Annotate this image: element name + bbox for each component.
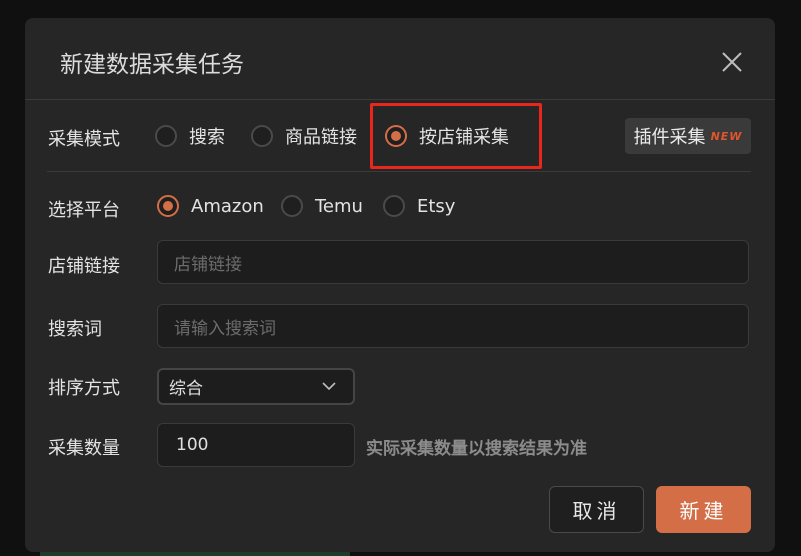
section-divider [47, 171, 751, 172]
highlight-annotation [370, 103, 542, 169]
quantity-input[interactable]: 100 [157, 423, 355, 467]
plugin-collect-button[interactable]: 插件采集 NEW [625, 118, 751, 154]
sort-select[interactable]: 综合 [157, 368, 355, 405]
radio-circle-icon [155, 125, 177, 147]
radio-label: Amazon [191, 195, 264, 217]
radio-label: Temu [315, 195, 363, 217]
quantity-label: 采集数量 [48, 438, 120, 459]
plugin-collect-label: 插件采集 [633, 127, 706, 148]
platform-radio-group: Amazon Temu Etsy [157, 195, 455, 217]
new-task-dialog: 新建数据采集任务 采集模式 搜索 商品链接 按店铺采集 插件采集 NEW 选择平… [25, 18, 775, 552]
radio-circle-icon [281, 195, 303, 217]
close-icon [722, 52, 742, 72]
radio-label: 搜索 [189, 127, 225, 148]
radio-temu[interactable]: Temu [281, 195, 383, 217]
platform-label: 选择平台 [48, 200, 120, 221]
store-link-input[interactable]: 店铺链接 [157, 240, 749, 284]
radio-label: 商品链接 [285, 127, 357, 148]
sort-selected-value: 综合 [169, 379, 203, 399]
radio-search[interactable]: 搜索 [155, 123, 251, 149]
radio-circle-icon [251, 125, 273, 147]
radio-circle-icon [383, 195, 405, 217]
new-badge: NEW [710, 129, 743, 143]
search-term-input[interactable]: 请输入搜索词 [157, 304, 749, 348]
quantity-hint: 实际采集数量以搜索结果为准 [366, 439, 587, 459]
store-link-label: 店铺链接 [48, 256, 120, 277]
create-button[interactable]: 新建 [656, 486, 751, 533]
radio-label: Etsy [417, 195, 456, 217]
radio-etsy[interactable]: Etsy [383, 195, 455, 217]
close-button[interactable] [718, 48, 746, 76]
header-divider [25, 99, 775, 100]
radio-checked-icon [157, 195, 179, 217]
cancel-button[interactable]: 取消 [549, 486, 644, 533]
chevron-down-icon [322, 382, 336, 391]
collect-mode-label: 采集模式 [48, 129, 120, 150]
dialog-title: 新建数据采集任务 [60, 52, 244, 78]
radio-product-link[interactable]: 商品链接 [251, 123, 385, 149]
search-term-label: 搜索词 [48, 319, 102, 340]
radio-amazon[interactable]: Amazon [157, 195, 281, 217]
sort-label: 排序方式 [48, 378, 120, 399]
